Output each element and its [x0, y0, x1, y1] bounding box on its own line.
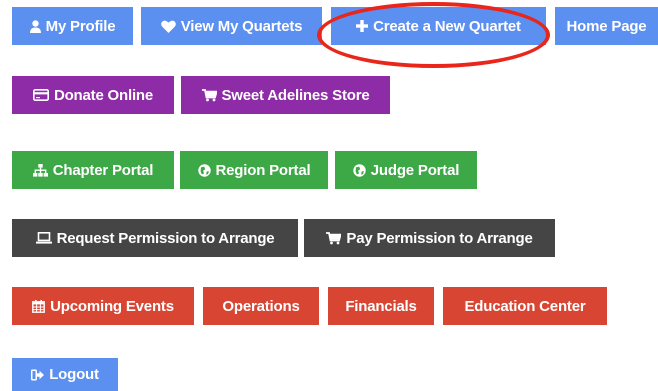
operations-label: Operations [222, 297, 300, 315]
globe-icon [353, 163, 366, 177]
user-icon [29, 19, 41, 33]
logout-label: Logout [49, 366, 99, 383]
home-page-label: Home Page [566, 17, 647, 35]
education-center-label: Education Center [464, 297, 586, 315]
my-profile-label: My Profile [45, 17, 116, 35]
view-my-quartets-button[interactable]: View My Quartets [141, 7, 322, 45]
sweet-adelines-store-label: Sweet Adelines Store [221, 86, 370, 104]
request-permission-label: Request Permission to Arrange [56, 229, 275, 247]
sitemap-icon [32, 163, 48, 177]
create-quartet-label: Create a New Quartet [373, 17, 521, 35]
request-permission-button[interactable]: Request Permission to Arrange [12, 219, 298, 257]
plus-icon [356, 20, 369, 32]
operations-button[interactable]: Operations [203, 287, 319, 325]
shopping-cart-icon [326, 231, 342, 245]
globe-icon [197, 163, 211, 177]
donate-online-label: Donate Online [53, 86, 154, 104]
my-profile-button[interactable]: My Profile [12, 7, 133, 45]
financials-label: Financials [345, 297, 417, 315]
view-my-quartets-label: View My Quartets [180, 17, 303, 35]
home-page-button[interactable]: Home Page [555, 7, 658, 45]
financials-button[interactable]: Financials [328, 287, 434, 325]
credit-card-icon [32, 89, 49, 101]
pay-permission-button[interactable]: Pay Permission to Arrange [304, 219, 555, 257]
education-center-button[interactable]: Education Center [443, 287, 607, 325]
judge-portal-label: Judge Portal [370, 161, 460, 179]
region-portal-button[interactable]: Region Portal [180, 151, 328, 189]
shopping-cart-icon [201, 88, 217, 102]
pay-permission-label: Pay Permission to Arrange [346, 229, 533, 247]
calendar-icon [32, 299, 46, 313]
sweet-adelines-store-button[interactable]: Sweet Adelines Store [181, 76, 390, 114]
judge-portal-button[interactable]: Judge Portal [335, 151, 477, 189]
heart-icon [160, 20, 176, 33]
region-portal-label: Region Portal [215, 161, 311, 179]
chapter-portal-label: Chapter Portal [52, 161, 154, 179]
donate-online-button[interactable]: Donate Online [12, 76, 174, 114]
chapter-portal-button[interactable]: Chapter Portal [12, 151, 174, 189]
laptop-icon [35, 232, 52, 244]
sign-out-icon [31, 369, 45, 381]
upcoming-events-label: Upcoming Events [50, 297, 174, 315]
logout-button[interactable]: Logout [12, 358, 118, 391]
create-quartet-button[interactable]: Create a New Quartet [331, 7, 546, 45]
upcoming-events-button[interactable]: Upcoming Events [12, 287, 194, 325]
